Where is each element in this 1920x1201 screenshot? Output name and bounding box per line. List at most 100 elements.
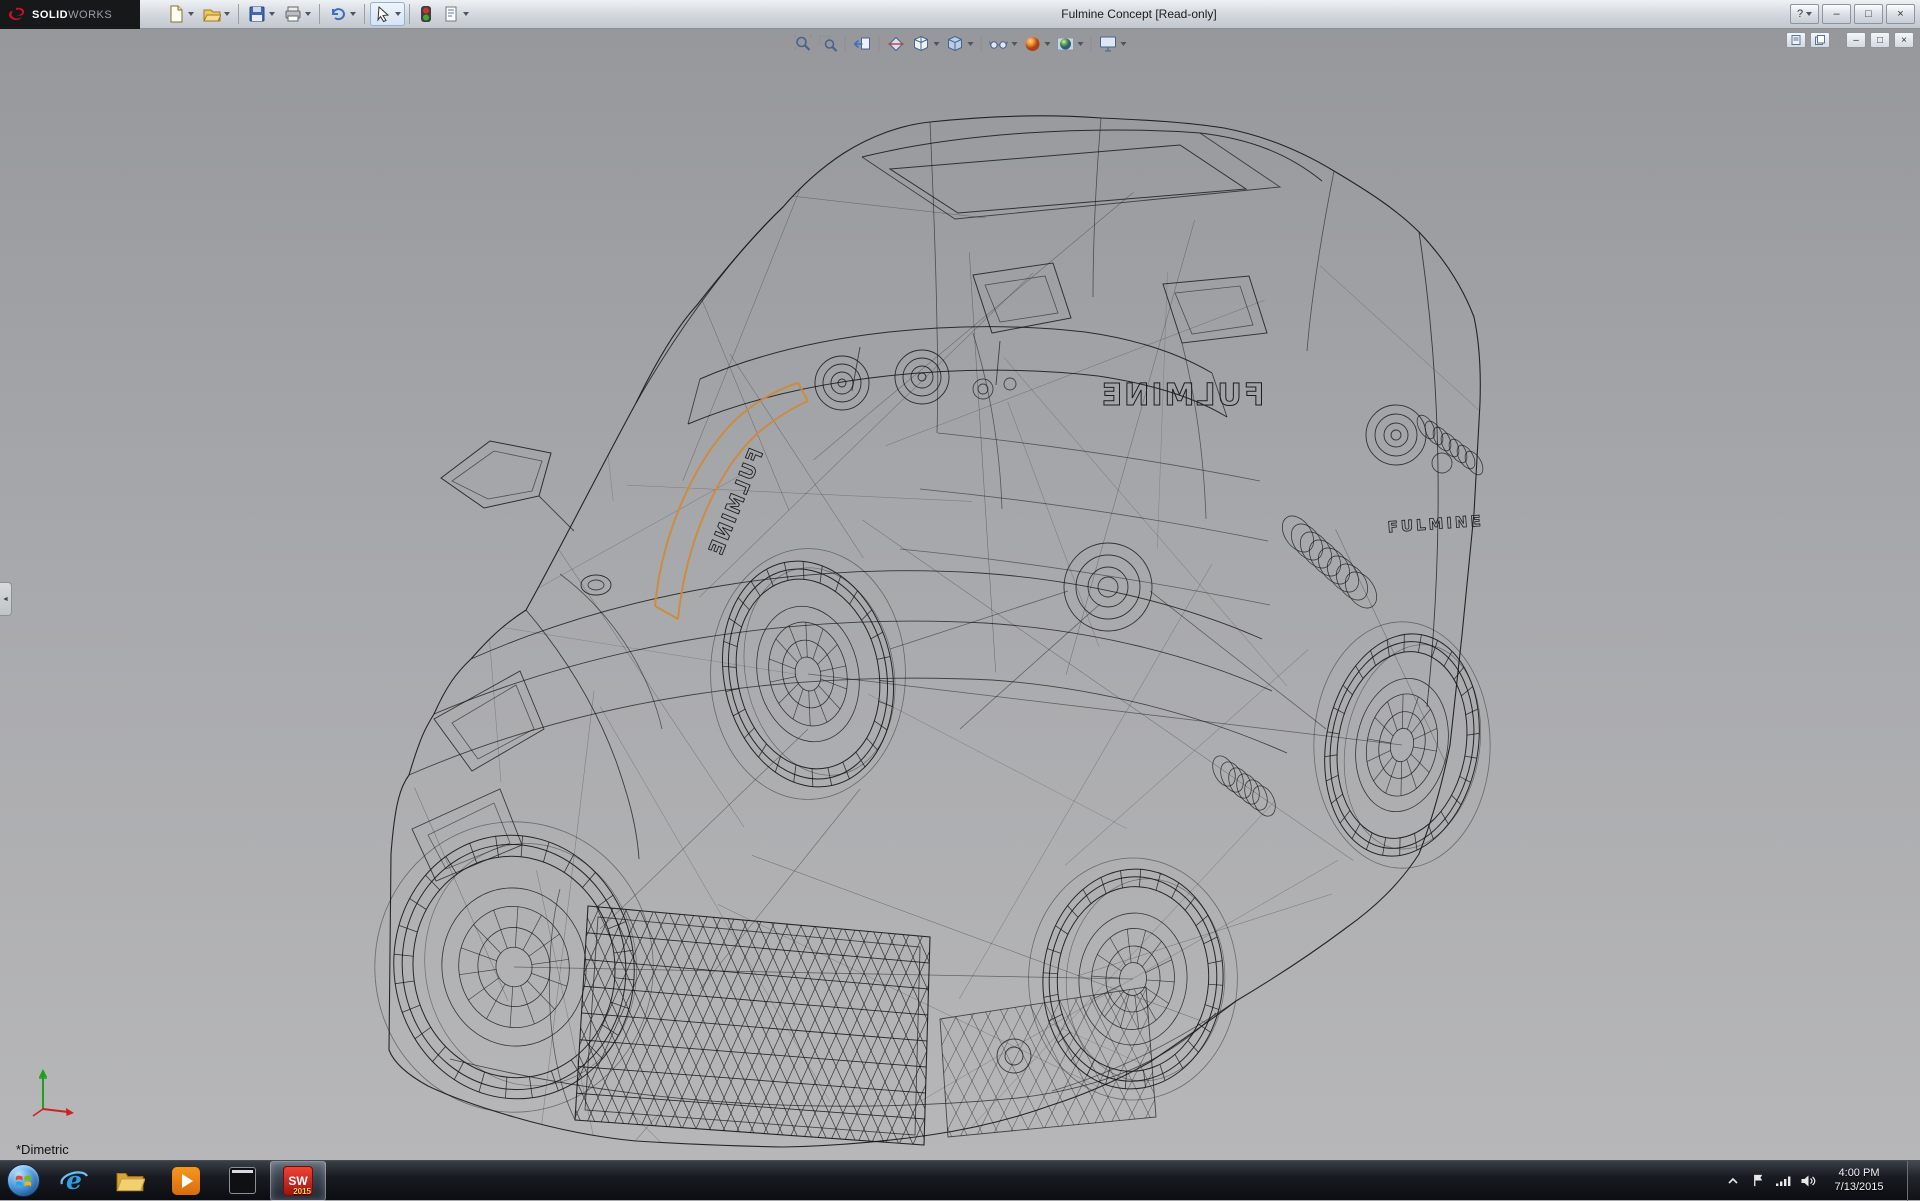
solidworks-version-badge: 2015 xyxy=(293,1187,311,1196)
view-orientation-button[interactable] xyxy=(910,33,942,55)
chevron-down-icon xyxy=(350,12,356,16)
taskbar-internet-explorer[interactable]: e xyxy=(46,1161,102,1201)
taskbar-solidworks-2015[interactable]: SW 2015 xyxy=(270,1161,326,1201)
new-document-icon xyxy=(167,5,185,23)
file-properties-icon xyxy=(442,5,460,23)
desktop: { "window": { "brand_bold": "SOLID", "br… xyxy=(0,0,1920,1200)
volume-button[interactable] xyxy=(1799,1172,1817,1190)
previous-view-icon xyxy=(853,35,872,53)
start-button[interactable] xyxy=(0,1161,46,1201)
edit-appearance-sphere-icon xyxy=(1024,35,1042,53)
document-close-button[interactable]: × xyxy=(1894,32,1914,48)
toolbar-separator xyxy=(845,36,846,52)
taskbar-clock[interactable]: 4:00 PM 7/13/2015 xyxy=(1824,1167,1894,1195)
model-wireframe[interactable]: FULMINEFULMINEFULMINE xyxy=(0,29,1920,1160)
hide-show-items-button[interactable] xyxy=(987,33,1020,55)
show-hidden-icons-button[interactable] xyxy=(1724,1172,1742,1190)
show-desktop-button[interactable] xyxy=(1907,1161,1920,1201)
toolbar-separator xyxy=(409,4,410,24)
network-bars-icon xyxy=(1775,1174,1791,1188)
print-button[interactable] xyxy=(280,2,315,26)
zoom-to-fit-icon xyxy=(794,35,813,53)
view-orientation-cube-icon xyxy=(912,35,931,53)
section-view-icon xyxy=(887,35,906,53)
hide-show-glasses-icon xyxy=(989,35,1009,53)
document-tab-icon-2[interactable] xyxy=(1810,32,1830,48)
zoom-to-fit-button[interactable] xyxy=(792,33,815,55)
window-page-icon xyxy=(1814,34,1826,46)
brand-light: WORKS xyxy=(68,9,112,21)
print-icon xyxy=(284,5,302,23)
window-page-icon xyxy=(1790,34,1802,46)
internet-explorer-icon: e xyxy=(59,1166,89,1196)
triad-axes-icon xyxy=(28,1065,78,1119)
edit-appearance-button[interactable] xyxy=(1022,33,1053,55)
minimize-button[interactable]: – xyxy=(1822,4,1851,24)
select-button[interactable] xyxy=(370,2,405,26)
chevron-down-icon xyxy=(968,42,974,46)
taskbar-windows-explorer[interactable] xyxy=(102,1161,158,1201)
svg-text:FULMINE: FULMINE xyxy=(1100,378,1265,413)
document-tab-icon-1[interactable] xyxy=(1786,32,1806,48)
reference-triad xyxy=(28,1065,78,1124)
chevron-down-icon xyxy=(463,12,469,16)
rebuild-button[interactable] xyxy=(415,2,437,26)
previous-view-button[interactable] xyxy=(851,33,874,55)
new-document-button[interactable] xyxy=(163,2,198,26)
windows-flag-icon xyxy=(14,1171,33,1190)
chevron-down-icon xyxy=(188,12,194,16)
zoom-to-area-icon xyxy=(819,35,838,53)
clock-time: 4:00 PM xyxy=(1824,1167,1894,1181)
file-properties-button[interactable] xyxy=(438,2,473,26)
folder-icon xyxy=(115,1169,145,1193)
taskbar-command-prompt[interactable] xyxy=(214,1161,270,1201)
play-icon xyxy=(182,1174,193,1188)
window-title: Fulmine Concept [Read-only] xyxy=(979,7,1299,21)
apply-scene-icon xyxy=(1057,35,1075,53)
command-prompt-icon xyxy=(229,1167,256,1194)
chevron-down-icon xyxy=(934,42,940,46)
chevron-down-icon xyxy=(224,12,230,16)
media-player-icon xyxy=(172,1167,200,1195)
undo-button[interactable] xyxy=(325,2,360,26)
section-view-button[interactable] xyxy=(885,33,908,55)
save-floppy-icon xyxy=(248,5,266,23)
document-restore-button[interactable]: □ xyxy=(1870,32,1890,48)
svg-text:FULMINE: FULMINE xyxy=(703,445,768,560)
heads-up-view-toolbar xyxy=(792,33,1129,55)
windows-orb-icon xyxy=(7,1164,40,1197)
view-orientation-label: *Dimetric xyxy=(16,1142,69,1157)
title-bar: SOLIDWORKS xyxy=(0,0,1920,29)
network-status-button[interactable] xyxy=(1774,1172,1792,1190)
chevron-down-icon xyxy=(305,12,311,16)
save-button[interactable] xyxy=(244,2,279,26)
chevron-down-icon xyxy=(1012,42,1018,46)
undo-icon xyxy=(329,5,347,23)
graphics-viewport[interactable]: FULMINEFULMINEFULMINE xyxy=(0,29,1920,1160)
display-style-button[interactable] xyxy=(944,33,976,55)
action-center-button[interactable] xyxy=(1749,1172,1767,1190)
toolbar-separator xyxy=(364,4,365,24)
close-button[interactable]: × xyxy=(1886,4,1915,24)
toolbar-separator xyxy=(879,36,880,52)
chevron-down-icon xyxy=(395,12,401,16)
help-label: ? xyxy=(1797,8,1803,20)
open-button[interactable] xyxy=(199,2,234,26)
maximize-button[interactable]: □ xyxy=(1854,4,1883,24)
select-cursor-icon xyxy=(374,5,392,23)
apply-scene-button[interactable] xyxy=(1055,33,1086,55)
document-window-controls: – □ × xyxy=(1786,32,1914,48)
chevron-down-icon xyxy=(269,12,275,16)
document-minimize-button[interactable]: – xyxy=(1846,32,1866,48)
solidworks-logo: SOLIDWORKS xyxy=(0,0,140,29)
speaker-icon xyxy=(1800,1174,1816,1188)
help-button[interactable]: ? xyxy=(1790,4,1819,24)
feature-manager-collapsed-tab[interactable]: ◄ xyxy=(0,582,12,616)
taskbar-media-player[interactable] xyxy=(158,1161,214,1201)
toolbar-separator xyxy=(238,4,239,24)
zoom-to-area-button[interactable] xyxy=(817,33,840,55)
brand-bold: SOLID xyxy=(32,9,68,21)
clock-date: 7/13/2015 xyxy=(1824,1181,1894,1195)
view-settings-button[interactable] xyxy=(1097,33,1129,55)
svg-text:e: e xyxy=(66,1166,82,1195)
